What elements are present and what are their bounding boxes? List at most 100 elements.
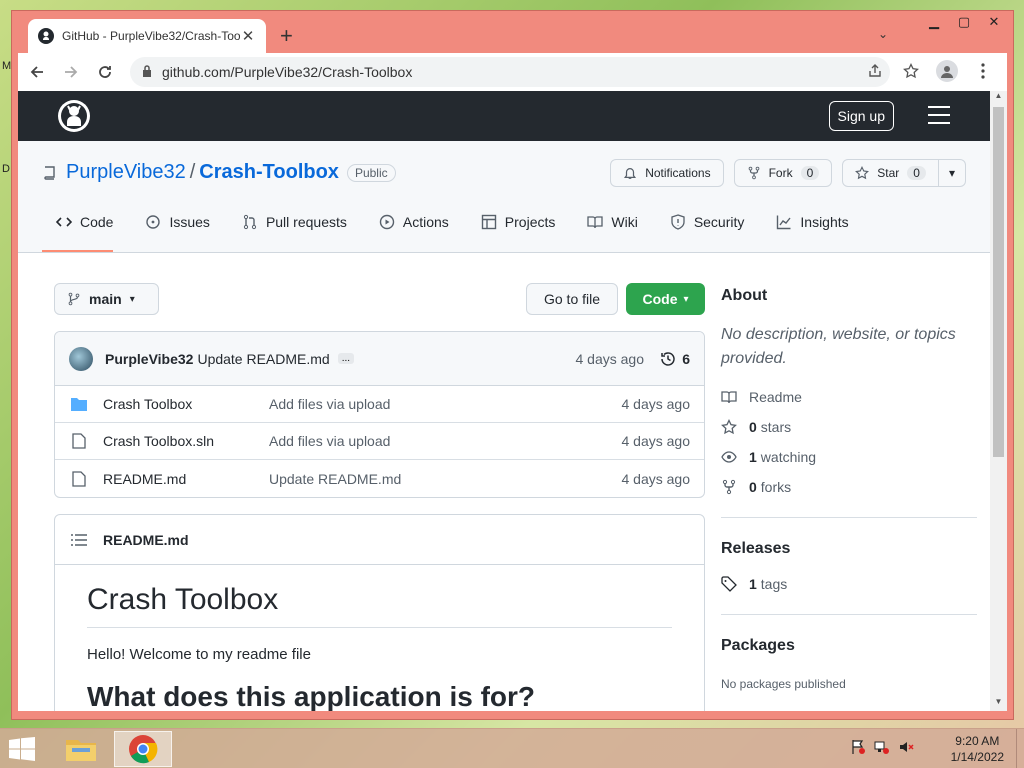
tags-link[interactable]: 1 tags: [721, 576, 977, 592]
tab-search-chevron-icon[interactable]: ⌄: [878, 27, 888, 41]
taskbar: 9:20 AM 1/14/2022: [0, 728, 1024, 768]
lock-icon[interactable]: [142, 64, 152, 80]
new-tab-icon[interactable]: +: [280, 25, 293, 47]
tab-issues[interactable]: Issues: [131, 206, 210, 252]
fork-button[interactable]: Fork 0: [733, 159, 833, 187]
forks-count: 0: [749, 479, 757, 495]
tab-wiki[interactable]: Wiki: [573, 206, 638, 252]
windows-start-icon[interactable]: [8, 737, 36, 766]
file-explorer-icon[interactable]: [52, 731, 110, 767]
file-name-link[interactable]: Crash Toolbox: [103, 396, 269, 412]
flag-icon[interactable]: [850, 739, 866, 760]
commit-expand-button[interactable]: ...: [337, 353, 355, 364]
close-window-icon[interactable]: ✕: [979, 11, 1009, 33]
scroll-down-icon[interactable]: ▼: [990, 697, 1007, 711]
forks-label: forks: [760, 479, 792, 495]
file-commit-time: 4 days ago: [621, 470, 691, 487]
file-name-link[interactable]: Crash Toolbox.sln: [103, 433, 269, 449]
watching-count: 1: [749, 449, 757, 465]
readme-label: Readme: [749, 389, 802, 405]
file-commit-message[interactable]: Add files via upload: [269, 396, 390, 412]
back-icon[interactable]: [22, 57, 52, 87]
network-icon[interactable]: [874, 739, 890, 760]
stars-label: stars: [760, 419, 792, 435]
file-commit-message[interactable]: Update README.md: [269, 471, 401, 487]
list-icon[interactable]: [71, 533, 87, 547]
tab-label: Actions: [402, 213, 449, 230]
readme-link[interactable]: Readme: [721, 389, 977, 405]
commit-author-link[interactable]: PurpleVibe32: [105, 351, 193, 367]
notifications-label: Notifications: [645, 166, 711, 180]
tab-code[interactable]: Code: [42, 206, 114, 252]
minimize-icon[interactable]: ▁: [919, 11, 949, 33]
table-row[interactable]: Crash Toolbox Add files via upload 4 day…: [55, 386, 704, 423]
issues-icon: [146, 214, 161, 229]
sign-up-button[interactable]: Sign up: [828, 101, 894, 131]
notifications-button[interactable]: Notifications: [610, 159, 724, 187]
page-scrollbar[interactable]: ▲ ▼: [990, 91, 1007, 711]
file-commit-message[interactable]: Add files via upload: [269, 433, 390, 449]
repo-owner-link[interactable]: PurpleVibe32: [66, 161, 186, 184]
about-heading: About: [721, 287, 768, 304]
latest-commit-row: PurpleVibe32 Update README.md ... 4 days…: [55, 332, 704, 386]
tab-close-icon[interactable]: ✕: [240, 27, 256, 45]
github-favicon-icon: [38, 28, 54, 44]
maximize-icon[interactable]: ▢: [949, 11, 979, 33]
desktop-icon-label[interactable]: D: [2, 163, 10, 175]
watching-link[interactable]: 1 watching: [721, 449, 977, 465]
tab-label: Issues: [169, 213, 210, 230]
fork-icon: [748, 166, 759, 180]
commit-count: 6: [682, 350, 690, 367]
file-icon: [72, 470, 86, 487]
eye-icon: [721, 451, 737, 463]
caret-down-icon: ▾: [683, 293, 689, 305]
tab-security[interactable]: Security: [656, 206, 744, 252]
commit-history-link[interactable]: 6: [660, 351, 690, 367]
desktop-icon-label[interactable]: M: [2, 60, 11, 72]
file-name-link[interactable]: README.md: [103, 471, 269, 487]
packages-heading[interactable]: Packages: [721, 637, 977, 655]
avatar[interactable]: [69, 346, 93, 371]
share-icon[interactable]: [861, 57, 889, 85]
table-row[interactable]: README.md Update README.md 4 days ago: [55, 460, 704, 497]
github-logo-icon[interactable]: [58, 100, 90, 132]
forks-link[interactable]: 0 forks: [721, 479, 977, 495]
scrollbar-thumb[interactable]: [993, 107, 1004, 457]
hamburger-menu-icon[interactable]: [928, 106, 950, 130]
show-desktop-button[interactable]: [1016, 729, 1024, 768]
bookmark-star-icon[interactable]: [897, 57, 925, 85]
chrome-icon[interactable]: [114, 731, 172, 767]
address-bar[interactable]: github.com/PurpleVibe32/Crash-Toolbox: [130, 57, 890, 87]
kebab-menu-icon[interactable]: [969, 57, 997, 85]
tab-label: Projects: [504, 213, 556, 230]
go-to-file-button[interactable]: Go to file: [526, 283, 618, 315]
table-row[interactable]: Crash Toolbox.sln Add files via upload 4…: [55, 423, 704, 460]
tab-pull-requests[interactable]: Pull requests: [228, 206, 347, 252]
profile-icon[interactable]: [933, 57, 961, 85]
reload-icon[interactable]: [90, 57, 120, 87]
code-dropdown-button[interactable]: Code ▾: [626, 283, 705, 315]
branch-select-button[interactable]: main ▾: [54, 283, 159, 315]
readme-heading: Crash Toolbox: [87, 583, 672, 628]
volume-muted-icon[interactable]: [898, 739, 914, 760]
forward-icon[interactable]: [56, 57, 86, 87]
readme-filename[interactable]: README.md: [103, 532, 189, 548]
browser-tab[interactable]: GitHub - PurpleVibe32/Crash-Toolbox ✕: [28, 19, 266, 53]
tab-insights[interactable]: Insights: [762, 206, 849, 252]
repo-name-link[interactable]: Crash-Toolbox: [199, 161, 339, 184]
book-icon: [587, 215, 604, 228]
tab-projects[interactable]: Projects: [467, 206, 556, 252]
readme-header: README.md: [55, 515, 704, 565]
stars-link[interactable]: 0 stars: [721, 419, 977, 435]
clock[interactable]: 9:20 AM 1/14/2022: [951, 733, 1004, 765]
scroll-up-icon[interactable]: ▲: [990, 91, 1007, 105]
stars-count: 0: [749, 419, 757, 435]
commit-message-link[interactable]: Update README.md: [197, 351, 329, 367]
tab-actions[interactable]: Actions: [365, 206, 449, 252]
star-count: 0: [907, 166, 926, 180]
star-button[interactable]: Star 0: [842, 159, 939, 187]
releases-heading[interactable]: Releases: [721, 540, 977, 558]
tags-label: tags: [760, 576, 788, 592]
star-dropdown-chevron-icon[interactable]: ▾: [938, 159, 966, 187]
commit-time[interactable]: 4 days ago: [576, 351, 645, 367]
